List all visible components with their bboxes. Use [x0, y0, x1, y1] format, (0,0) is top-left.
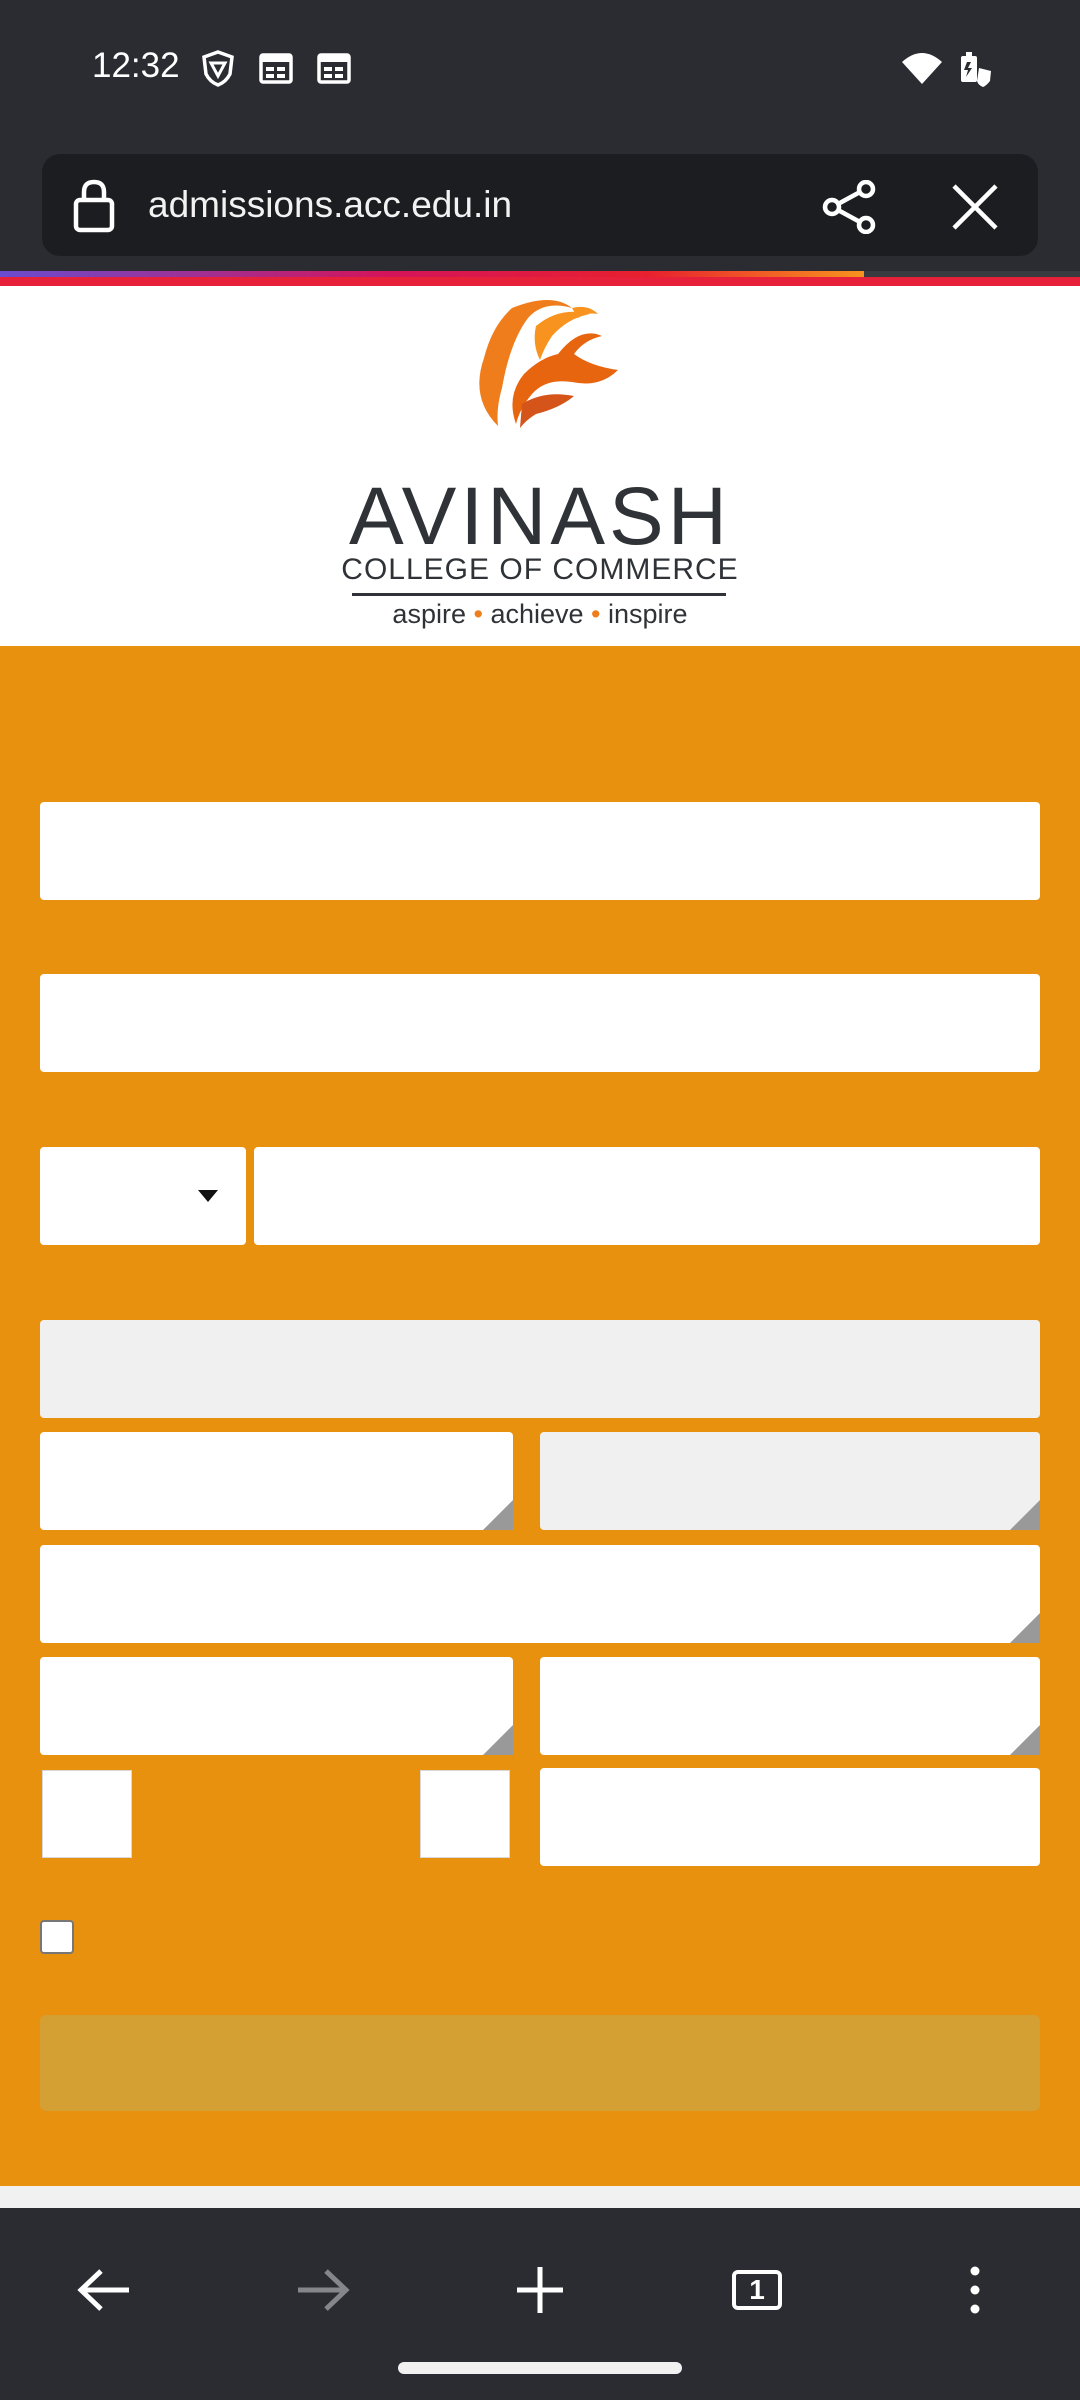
textarea-1[interactable] [40, 1432, 513, 1530]
resize-handle[interactable] [1010, 1500, 1040, 1530]
page-bottom-strip [0, 2186, 1080, 2208]
logo-tagline: aspire • achieve • inspire [0, 599, 1080, 630]
back-arrow-icon [77, 2269, 129, 2311]
tagline-separator: • [473, 599, 483, 629]
textarea-5[interactable] [540, 1657, 1040, 1755]
resize-handle[interactable] [1010, 1613, 1040, 1643]
wifi-icon [902, 53, 942, 84]
lock-icon[interactable] [72, 178, 116, 234]
tagline-word: achieve [490, 599, 584, 629]
status-time: 12:32 [92, 46, 180, 85]
dropdown-arrow-icon [198, 1190, 218, 1202]
more-vertical-icon [970, 2266, 980, 2314]
disabled-field [40, 1320, 1040, 1418]
resize-handle[interactable] [1010, 1725, 1040, 1755]
resize-handle[interactable] [483, 1725, 513, 1755]
logo-subtitle: COLLEGE OF COMMERCE [341, 553, 739, 586]
phone-input[interactable] [254, 1147, 1040, 1245]
tagline-word: aspire [392, 599, 466, 629]
refresh-captcha-box[interactable] [420, 1770, 510, 1858]
country-code-select[interactable] [40, 1147, 246, 1245]
college-logo-icon [479, 300, 618, 428]
menu-button[interactable] [925, 2240, 1025, 2340]
calendar-icon [259, 53, 293, 84]
page-accent-line [0, 277, 1080, 286]
textarea-2[interactable] [540, 1432, 1040, 1530]
tagline-separator: • [591, 599, 601, 629]
logo-name: AVINASH [349, 471, 731, 562]
submit-button[interactable] [40, 2015, 1040, 2111]
plus-icon [517, 2267, 563, 2313]
captcha-input[interactable] [540, 1768, 1040, 1866]
forward-button[interactable] [272, 2240, 372, 2340]
textarea-3[interactable] [40, 1545, 1040, 1643]
home-indicator[interactable] [398, 2362, 682, 2374]
new-tab-button[interactable] [490, 2240, 590, 2340]
back-button[interactable] [55, 2240, 155, 2340]
url-text[interactable]: admissions.acc.edu.in [148, 184, 512, 226]
resize-handle[interactable] [483, 1500, 513, 1530]
text-input-2[interactable] [40, 974, 1040, 1072]
consent-checkbox[interactable] [40, 1920, 74, 1954]
logo-divider [352, 593, 726, 596]
textarea-4[interactable] [40, 1657, 513, 1755]
close-icon[interactable] [950, 182, 1000, 232]
tab-count: 1 [732, 2270, 782, 2310]
captcha-image-box [42, 1770, 132, 1858]
tabs-button[interactable]: 1 [707, 2240, 807, 2340]
text-input-1[interactable] [40, 802, 1040, 900]
forward-arrow-icon [298, 2269, 350, 2311]
share-icon[interactable] [820, 180, 880, 234]
battery-saver-icon [961, 52, 991, 87]
vpn-shield-icon [202, 50, 234, 87]
calendar-icon [317, 53, 351, 84]
tagline-word: inspire [608, 599, 688, 629]
